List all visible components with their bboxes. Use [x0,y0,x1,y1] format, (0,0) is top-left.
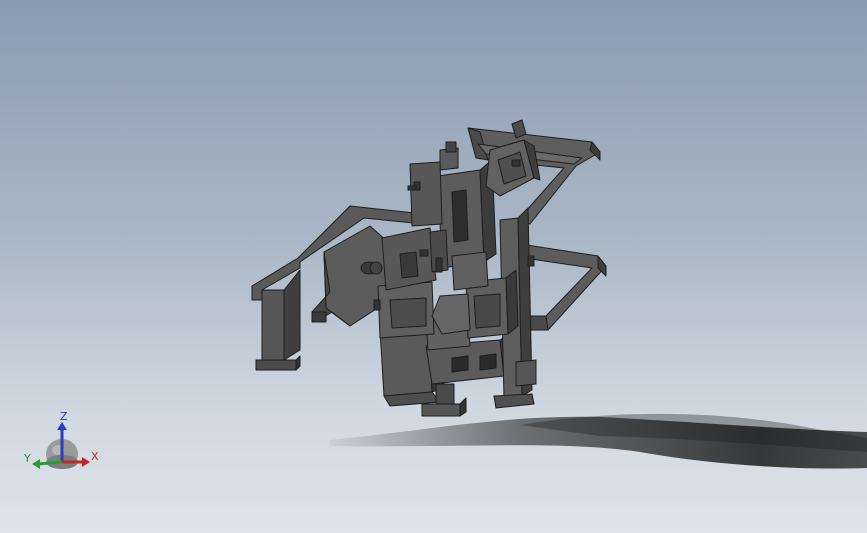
y-axis-label: Y [23,452,31,465]
ground-shadow [330,413,867,469]
3d-scene[interactable] [0,0,867,533]
machine-assembly-model[interactable] [251,119,607,417]
graphics-viewport[interactable]: Z X Y [0,0,867,533]
x-axis-label: X [91,450,99,463]
z-axis-label: Z [60,410,68,423]
coordinate-triad: Z X Y [23,410,99,469]
